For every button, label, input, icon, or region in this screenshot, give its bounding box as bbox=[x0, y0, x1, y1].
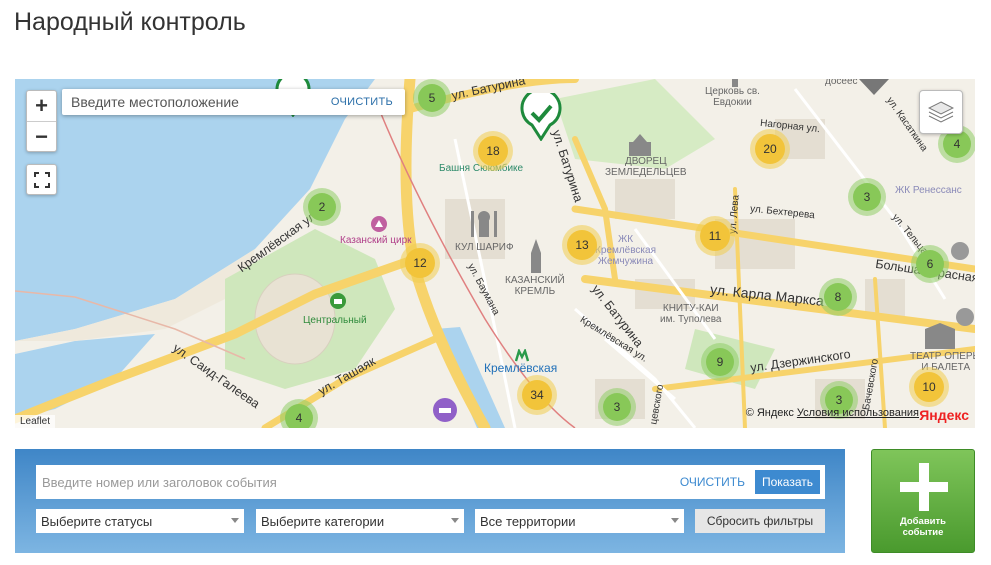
theatre-icon bbox=[925, 323, 955, 349]
poi-metro: Кремлёвская bbox=[484, 361, 558, 375]
zoom-in-button[interactable]: + bbox=[27, 91, 56, 121]
status-select-value: Выберите статусы bbox=[41, 513, 153, 529]
cluster-count: 3 bbox=[603, 393, 631, 421]
status-select[interactable]: Выберите статусы bbox=[36, 509, 244, 533]
cluster-count: 2 bbox=[308, 193, 336, 221]
chevron-down-icon bbox=[451, 518, 459, 523]
cluster-count: 20 bbox=[755, 134, 785, 164]
poi-kremlin: КАЗАНСКИЙ КРЕМЛЬ bbox=[505, 275, 565, 297]
hotel-icon bbox=[433, 398, 457, 422]
event-cluster[interactable]: 13 bbox=[562, 225, 602, 265]
event-cluster[interactable]: 6 bbox=[911, 245, 949, 283]
cluster-count: 3 bbox=[853, 183, 881, 211]
cluster-count: 34 bbox=[522, 380, 552, 410]
page-title: Народный контроль bbox=[14, 8, 246, 36]
mosque-icon bbox=[471, 211, 497, 237]
palace-icon bbox=[629, 134, 651, 156]
territory-select-value: Все территории bbox=[480, 513, 576, 529]
fullscreen-button[interactable] bbox=[26, 164, 57, 195]
zoom-out-button[interactable]: − bbox=[27, 121, 56, 151]
poi-kai: КНИТУ-КАИ им. Туполева bbox=[660, 303, 722, 325]
event-cluster[interactable]: 3 bbox=[848, 178, 886, 216]
event-search-clear-button[interactable]: ОЧИСТИТЬ bbox=[680, 475, 745, 489]
category-select[interactable]: Выберите категории bbox=[256, 509, 464, 533]
cluster-count: 5 bbox=[418, 84, 446, 112]
cluster-count: 10 bbox=[914, 372, 944, 402]
poi-palace: ДВОРЕЦ ЗЕМЛЕДЕЛЬЦЕВ bbox=[605, 156, 687, 178]
metro-icon bbox=[515, 349, 529, 362]
chevron-down-icon bbox=[231, 518, 239, 523]
cut-poi-icon bbox=[951, 242, 969, 260]
event-cluster[interactable]: 9 bbox=[701, 343, 739, 381]
event-cluster[interactable]: 3 bbox=[598, 388, 636, 426]
location-search: ОЧИСТИТЬ bbox=[62, 89, 405, 115]
cluster-count: 11 bbox=[700, 221, 730, 251]
event-marker-icon[interactable] bbox=[857, 79, 891, 99]
zoom-control: + − bbox=[26, 90, 57, 152]
event-cluster[interactable]: 34 bbox=[517, 375, 557, 415]
location-clear-button[interactable]: ОЧИСТИТЬ bbox=[331, 96, 393, 108]
circus-icon bbox=[371, 216, 387, 232]
category-select-value: Выберите категории bbox=[261, 513, 385, 529]
yandex-copyright: © Яндекс bbox=[745, 407, 794, 419]
stadium-icon bbox=[330, 293, 346, 309]
cut-poi-icon bbox=[956, 308, 974, 326]
poi-kul-sharif: КУЛ ШАРИФ bbox=[455, 242, 514, 253]
leaflet-attribution[interactable]: Leaflet bbox=[15, 415, 56, 428]
add-event-button[interactable]: Добавить событие bbox=[871, 449, 975, 553]
cluster-count: 13 bbox=[567, 230, 597, 260]
cluster-count: 4 bbox=[943, 130, 971, 158]
yandex-terms-link[interactable]: Условия использования bbox=[797, 407, 919, 419]
event-marker-icon[interactable] bbox=[520, 93, 562, 141]
church-icon bbox=[732, 79, 738, 87]
reset-filters-button[interactable]: Сбросить фильтры bbox=[695, 509, 825, 533]
cluster-count: 12 bbox=[405, 248, 435, 278]
location-input[interactable] bbox=[62, 94, 331, 110]
territory-select[interactable]: Все территории bbox=[475, 509, 684, 533]
cluster-count: 9 bbox=[706, 348, 734, 376]
add-event-label: Добавить событие bbox=[899, 516, 946, 538]
poi-circus: Казанский цирк bbox=[340, 235, 412, 246]
layers-icon bbox=[928, 101, 954, 123]
poi-dosees: досеес bbox=[825, 79, 858, 87]
poi-zhk-renaissance: ЖК Ренессанс bbox=[895, 185, 962, 196]
poi-zhk-pearl: ЖК Кремлёвская Жемчужина bbox=[595, 234, 656, 267]
event-search: ОЧИСТИТЬ Показать bbox=[36, 465, 825, 499]
layers-button[interactable] bbox=[919, 90, 963, 134]
poi-stadium: Центральный bbox=[303, 315, 367, 326]
event-search-input[interactable] bbox=[36, 474, 680, 490]
event-cluster[interactable]: 12 bbox=[400, 243, 440, 283]
cluster-count: 6 bbox=[916, 250, 944, 278]
cluster-count: 8 bbox=[824, 283, 852, 311]
event-cluster[interactable]: 5 bbox=[413, 79, 451, 117]
event-cluster[interactable]: 8 bbox=[819, 278, 857, 316]
show-button[interactable]: Показать bbox=[754, 470, 820, 494]
chevron-down-icon bbox=[671, 518, 679, 523]
yandex-logo: Яндекс bbox=[919, 407, 969, 423]
cluster-count: 18 bbox=[478, 136, 508, 166]
map[interactable]: ул. Батурина ул. Батурина ул. Батурина К… bbox=[15, 79, 975, 428]
poi-church: Церковь св. Евдокии bbox=[705, 86, 760, 108]
yandex-attribution: © Яндекс Условия использования bbox=[746, 407, 919, 419]
filter-panel: ОЧИСТИТЬ Показать Выберите статусы Выбер… bbox=[15, 449, 845, 553]
event-cluster[interactable]: 18 bbox=[473, 131, 513, 171]
event-cluster[interactable]: 20 bbox=[750, 129, 790, 169]
kremlin-tower-icon bbox=[531, 239, 541, 273]
event-cluster[interactable]: 10 bbox=[909, 367, 949, 407]
event-cluster[interactable]: 2 bbox=[303, 188, 341, 226]
plus-icon bbox=[900, 463, 948, 511]
event-cluster[interactable]: 11 bbox=[695, 216, 735, 256]
cluster-count: 4 bbox=[285, 404, 313, 428]
fullscreen-icon bbox=[33, 171, 50, 188]
